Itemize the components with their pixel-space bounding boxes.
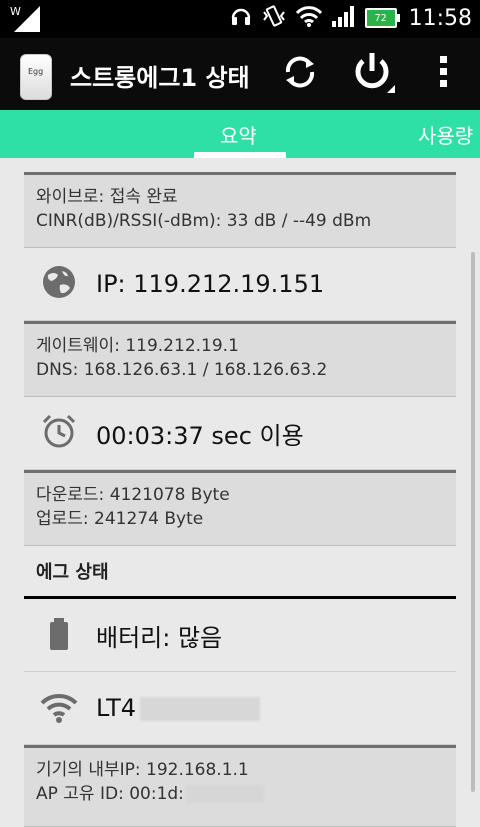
- wifi-icon: [295, 4, 323, 32]
- network-panel: 게이트웨이: 119.212.19.1 DNS: 168.126.63.1 / …: [24, 321, 456, 397]
- overflow-menu-icon: [438, 54, 450, 94]
- active-tab-indicator: [194, 152, 286, 158]
- clock: 11:58: [408, 5, 472, 31]
- power-icon: [349, 49, 395, 99]
- battery-icon: [40, 614, 78, 656]
- ap-id-text: AP 고유 ID: 00:1d:: [36, 784, 184, 804]
- scrollbar[interactable]: [471, 252, 475, 792]
- wifi-icon: [40, 687, 78, 729]
- headset-icon: [229, 4, 253, 32]
- cell-signal-icon: [331, 4, 357, 32]
- ap-id: AP 고유 ID: 00:1d:: [36, 782, 444, 806]
- overflow-menu-button[interactable]: [418, 48, 470, 100]
- alarm-clock-icon: [40, 412, 78, 454]
- globe-icon: [40, 263, 78, 305]
- battery-status: 배터리: 많음: [96, 623, 223, 652]
- wibro-panel: 와이브로: 접속 완료 CINR(dB)/RSSI(-dBm): 33 dB /…: [24, 172, 456, 248]
- battery-row: 배터리: 많음: [24, 599, 456, 672]
- internal-ip: 기기의 내부IP: 192.168.1.1: [36, 760, 249, 780]
- power-button[interactable]: [346, 48, 398, 100]
- refresh-button[interactable]: [274, 48, 326, 100]
- app-icon[interactable]: Egg: [20, 54, 52, 100]
- wifi-ssid: LT4: [96, 694, 260, 722]
- wifi-row: LT4: [24, 672, 456, 745]
- tab-summary[interactable]: 요약: [220, 120, 257, 149]
- tab-bar: 요약 사용량: [0, 110, 480, 158]
- redacted-ssid: [140, 697, 260, 721]
- transfer-panel: 다운로드: 4121078 Byte 업로드: 241274 Byte: [24, 470, 456, 546]
- ip-row: IP: 119.212.19.151: [24, 248, 456, 321]
- vibrate-icon: [261, 4, 287, 32]
- tab-usage[interactable]: 사용량: [418, 120, 473, 149]
- usage-time-row: 00:03:37 sec 이용: [24, 397, 456, 470]
- status-bar: W 72 11:58: [0, 0, 480, 38]
- upload-bytes: 업로드: 241274 Byte: [36, 509, 204, 529]
- svg-text:W: W: [10, 5, 21, 18]
- battery-icon: 72: [364, 8, 400, 28]
- egg-status-header: 에그 상태: [24, 546, 456, 599]
- ip-address: IP: 119.212.19.151: [96, 270, 325, 298]
- wibro-status: 와이브로: 접속 완료: [36, 187, 178, 207]
- refresh-icon: [280, 52, 320, 96]
- app-icon-label: Egg: [28, 67, 44, 76]
- signal-w-icon: W: [10, 4, 44, 38]
- device-panel: 기기의 내부IP: 192.168.1.1 AP 고유 ID: 00:1d:: [24, 745, 456, 827]
- page-title: 스트롱에그1 상태: [70, 64, 250, 92]
- gateway: 게이트웨이: 119.212.19.1: [36, 336, 239, 356]
- download-bytes: 다운로드: 4121078 Byte: [36, 485, 230, 505]
- battery-level: 72: [374, 12, 387, 24]
- wifi-ssid-text: LT4: [96, 694, 136, 722]
- usage-time: 00:03:37 sec 이용: [96, 421, 304, 450]
- wibro-signal: CINR(dB)/RSSI(-dBm): 33 dB / --49 dBm: [36, 211, 372, 231]
- redacted-ap-id: [185, 785, 264, 803]
- dns: DNS: 168.126.63.1 / 168.126.63.2: [36, 360, 328, 380]
- status-content: 와이브로: 접속 완료 CINR(dB)/RSSI(-dBm): 33 dB /…: [24, 172, 456, 827]
